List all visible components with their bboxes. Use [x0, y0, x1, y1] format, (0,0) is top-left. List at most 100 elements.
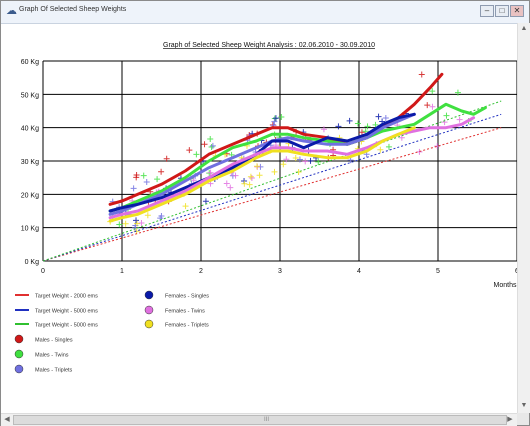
y-tick-label: 60 Kg — [21, 59, 39, 66]
sample-marker — [271, 118, 278, 125]
legend-label: Males - Twins — [35, 353, 69, 359]
sample-marker — [429, 103, 436, 110]
scroll-grip: III — [264, 417, 270, 423]
legend-label: Target Weight - 2000 ems — [35, 294, 98, 300]
series-lines — [42, 72, 502, 262]
sample-marker — [254, 163, 261, 170]
scroll-up-icon[interactable]: ▲ — [519, 24, 529, 34]
sample-marker — [140, 172, 147, 179]
sample-marker — [280, 161, 287, 168]
title-bar[interactable]: ☁ Graph Of Selected Sheep Weights – □ ✕ — [1, 1, 529, 24]
window-title: Graph Of Selected Sheep Weights — [19, 6, 127, 13]
weight-chart: Graph of Selected Sheep Weight Analysis … — [14, 42, 517, 374]
sample-marker — [256, 172, 263, 179]
legend-swatch — [144, 305, 154, 315]
sample-marker — [209, 142, 216, 149]
sample-marker — [186, 147, 193, 154]
x-tick-label: 3 — [278, 268, 282, 275]
sample-marker — [182, 203, 189, 210]
minimize-button[interactable]: – — [480, 5, 494, 17]
y-tick-label: 20 Kg — [21, 192, 39, 199]
sample-marker — [456, 116, 463, 123]
target-weight-line — [42, 113, 502, 262]
scrollbar-corner — [517, 413, 529, 425]
sample-marker — [130, 185, 137, 192]
sample-marker — [116, 221, 123, 228]
sample-marker — [208, 144, 215, 151]
legend-swatch — [14, 334, 24, 344]
window-icon: ☁ — [6, 5, 17, 17]
sample-marker — [232, 172, 239, 179]
chart-window: ☁ Graph Of Selected Sheep Weights – □ ✕ … — [0, 0, 530, 426]
y-tick-label: 30 Kg — [21, 159, 39, 166]
sample-marker — [133, 217, 140, 224]
sample-marker — [271, 168, 278, 175]
sample-marker — [241, 180, 248, 187]
sample-marker — [375, 113, 382, 120]
sample-marker — [138, 219, 145, 226]
sample-marker — [385, 143, 392, 150]
series-line — [108, 126, 416, 223]
legend-label: Females - Twins — [165, 309, 205, 315]
sample-marker — [292, 155, 299, 162]
legend-swatch — [14, 349, 24, 359]
sample-marker — [424, 102, 431, 109]
x-tick-label: 4 — [357, 268, 361, 275]
sample-marker — [441, 119, 448, 126]
y-tick-label: 0 Kg — [25, 259, 40, 266]
legend-label: Females - Singles — [165, 294, 209, 300]
x-tick-label: 5 — [436, 268, 440, 275]
sample-marker — [354, 120, 361, 127]
sample-marker — [143, 178, 150, 185]
sample-marker — [382, 115, 389, 122]
legend-label: Target Weight - 5000 ems — [35, 323, 98, 329]
chart-legend: Target Weight - 2000 ems Target Weight - … — [14, 290, 209, 374]
chart-title: Graph of Selected Sheep Weight Analysis … — [163, 42, 375, 49]
sample-marker — [246, 181, 253, 188]
x-tick-label: 2 — [199, 268, 203, 275]
scroll-left-icon[interactable]: ◀ — [2, 415, 12, 425]
sample-marker — [272, 115, 279, 122]
legend-label: Males - Singles — [35, 338, 73, 344]
scatter-markers — [107, 71, 472, 235]
sample-marker — [144, 212, 151, 219]
sample-marker — [346, 117, 353, 124]
sample-marker — [193, 151, 200, 158]
sample-marker — [296, 156, 303, 163]
vertical-scrollbar[interactable]: ▲ ▼ — [517, 23, 530, 413]
legend-label: Females - Triplets — [165, 323, 209, 329]
chart-axes: 01234560 Kg10 Kg20 Kg30 Kg40 Kg50 Kg60 K… — [21, 59, 517, 289]
sample-marker — [443, 112, 450, 119]
close-button[interactable]: ✕ — [510, 5, 524, 17]
sample-marker — [223, 180, 230, 187]
x-tick-label: 0 — [41, 268, 45, 275]
y-tick-label: 40 Kg — [21, 126, 39, 133]
legend-swatch — [144, 290, 154, 300]
y-tick-label: 50 Kg — [21, 92, 39, 99]
sample-marker — [278, 113, 285, 120]
sample-marker — [227, 184, 234, 191]
sample-marker — [154, 176, 161, 183]
chart-grid — [42, 60, 517, 262]
legend-swatch — [144, 319, 154, 329]
sample-marker — [302, 158, 309, 165]
sample-marker — [247, 173, 254, 180]
legend-label: Males - Triplets — [35, 368, 73, 374]
sample-marker — [418, 71, 425, 78]
sample-marker — [307, 157, 314, 164]
sample-marker — [158, 168, 165, 175]
sample-marker — [201, 141, 208, 148]
sample-marker — [335, 123, 342, 130]
sample-marker — [248, 175, 255, 182]
y-tick-label: 10 Kg — [21, 226, 39, 233]
legend-swatch — [14, 364, 24, 374]
maximize-button[interactable]: □ — [495, 5, 509, 17]
legend-label: Target Weight - 5000 ems — [35, 309, 98, 315]
sample-marker — [207, 135, 214, 142]
sample-marker — [122, 220, 129, 227]
scroll-down-icon[interactable]: ▼ — [519, 401, 529, 411]
horizontal-scroll-thumb[interactable]: III — [13, 415, 507, 425]
x-axis-label: Months — [494, 282, 517, 289]
x-tick-label: 1 — [120, 268, 124, 275]
sample-marker — [202, 198, 209, 205]
